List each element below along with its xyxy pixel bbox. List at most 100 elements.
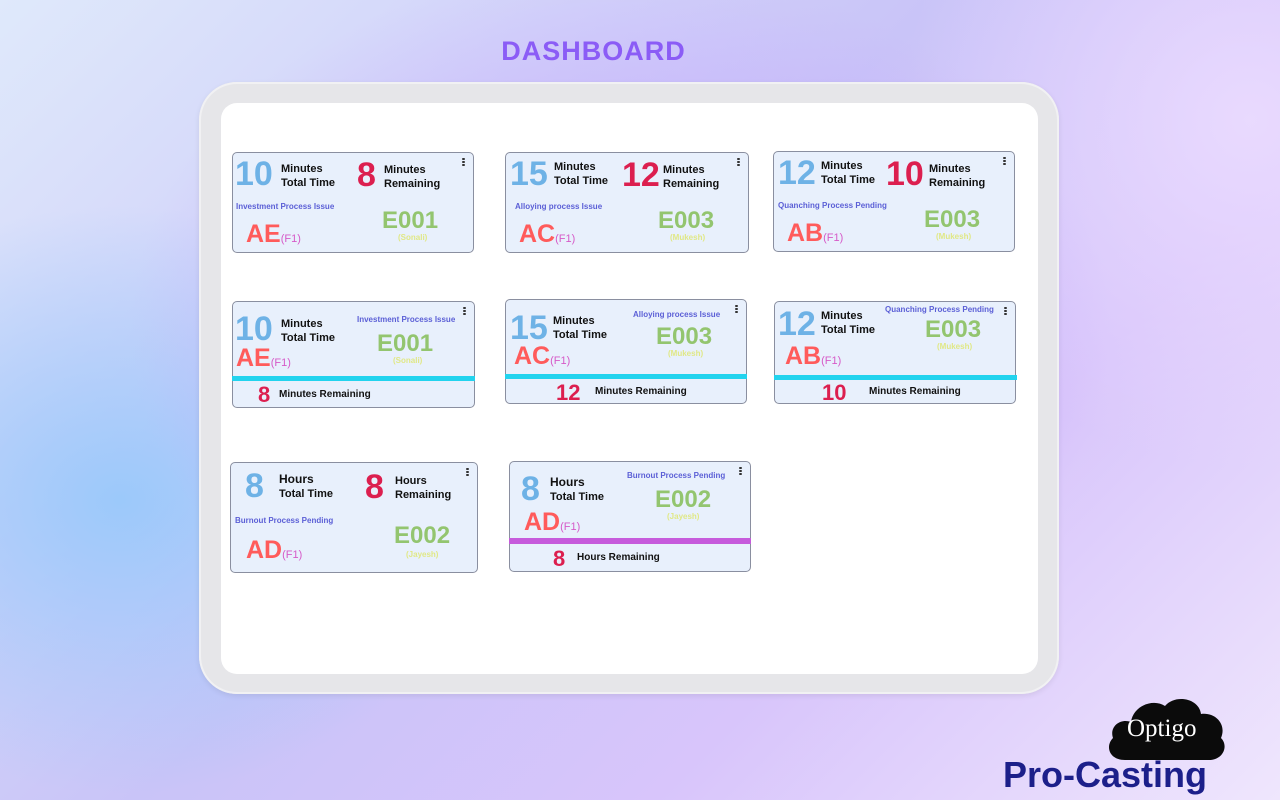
total-time-label: Total Time — [281, 332, 335, 344]
employee-name: (Mukesh) — [937, 342, 973, 351]
process-status: Alloying process Issue — [633, 310, 721, 319]
process-card[interactable]: 10 Minutes Total Time Investment Process… — [232, 301, 475, 408]
total-time-value: 12 — [778, 305, 816, 343]
total-time-value: 10 — [235, 155, 273, 193]
casting-code: AD(F1) — [524, 508, 580, 537]
process-status: Investment Process Issue — [357, 315, 456, 324]
casting-code-text: AE — [246, 220, 281, 248]
remaining-time-label: Remaining — [929, 177, 986, 189]
more-options-icon[interactable] — [463, 307, 467, 317]
process-card[interactable]: 8 Hours Total Time Burnout Process Pendi… — [509, 461, 751, 572]
casting-code-text: AB — [787, 219, 824, 247]
progress-bar — [509, 538, 751, 544]
page-title: DASHBOARD — [501, 36, 686, 66]
casting-code-text: AC — [514, 342, 551, 370]
employee-name: (Jayesh) — [667, 512, 700, 521]
more-options-icon[interactable] — [1003, 157, 1007, 167]
casting-code-text: AB — [785, 342, 822, 370]
total-time-value: 8 — [521, 470, 540, 508]
employee-code: E002 — [394, 522, 451, 549]
remaining-time-unit: Minutes — [929, 163, 971, 175]
more-options-icon[interactable] — [735, 305, 739, 315]
casting-code-text: AE — [236, 344, 271, 372]
process-status: Alloying process Issue — [515, 202, 603, 211]
floor-label: (F1) — [550, 355, 571, 367]
process-status: Burnout Process Pending — [235, 516, 334, 525]
process-card[interactable]: 15 Minutes Total Time Alloying process I… — [505, 299, 747, 404]
remaining-time-value: 8 — [357, 156, 376, 194]
employee-code: E001 — [377, 330, 434, 357]
casting-code: AB(F1) — [785, 342, 841, 371]
total-time-unit: Hours — [279, 472, 314, 486]
progress-bar — [232, 376, 475, 381]
employee-name: (Mukesh) — [670, 233, 706, 242]
total-time-unit: Minutes — [281, 318, 323, 330]
remaining-time-value: 8 — [258, 382, 271, 407]
remaining-time-value: 12 — [622, 156, 660, 194]
total-time-unit: Minutes — [281, 163, 323, 175]
employee-name: (Sonali) — [398, 233, 428, 242]
progress-bar — [774, 375, 1017, 380]
total-time-unit: Hours — [550, 475, 585, 489]
remaining-time-value: 8 — [553, 546, 566, 571]
process-status: Burnout Process Pending — [627, 471, 726, 480]
floor-label: (F1) — [821, 355, 842, 367]
casting-code-text: AC — [519, 220, 556, 248]
more-options-icon[interactable] — [737, 158, 741, 168]
more-options-icon[interactable] — [1004, 307, 1008, 317]
process-status: Investment Process Issue — [236, 202, 335, 211]
casting-code: AC(F1) — [519, 220, 575, 249]
product-name: Pro-Casting — [1003, 754, 1208, 795]
employee-code: E003 — [658, 207, 715, 234]
employee-name: (Mukesh) — [936, 232, 972, 241]
remaining-time-value: 12 — [556, 380, 581, 405]
floor-label: (F1) — [560, 521, 581, 533]
more-options-icon[interactable] — [739, 467, 743, 477]
remaining-time-text: Minutes Remaining — [279, 389, 371, 400]
employee-name: (Sonali) — [393, 356, 423, 365]
total-time-label: Total Time — [821, 324, 875, 336]
logo-text: Optigo — [1127, 715, 1197, 742]
remaining-time-text: Hours Remaining — [577, 552, 660, 563]
employee-code: E001 — [382, 207, 439, 234]
process-card[interactable]: 12 Minutes Total Time 10 Minutes Remaini… — [773, 151, 1015, 252]
casting-code: AD(F1) — [246, 536, 302, 565]
brand-logo: Optigo Pro-Casting — [1003, 688, 1253, 798]
casting-code-text: AD — [524, 508, 561, 536]
floor-label: (F1) — [282, 549, 303, 561]
total-time-label: Total Time — [554, 175, 608, 187]
total-time-unit: Minutes — [553, 315, 595, 327]
remaining-time-text: Minutes Remaining — [869, 386, 961, 397]
total-time-unit: Minutes — [821, 310, 863, 322]
total-time-unit: Minutes — [554, 161, 596, 173]
remaining-time-value: 8 — [365, 468, 384, 506]
total-time-label: Total Time — [553, 329, 607, 341]
total-time-label: Total Time — [550, 491, 604, 503]
process-status: Quanching Process Pending — [885, 305, 994, 314]
floor-label: (F1) — [280, 233, 301, 245]
floor-label: (F1) — [555, 233, 576, 245]
total-time-value: 8 — [245, 467, 264, 505]
more-options-icon[interactable] — [466, 468, 470, 478]
more-options-icon[interactable] — [462, 158, 466, 168]
casting-code-text: AD — [246, 536, 283, 564]
employee-name: (Mukesh) — [668, 349, 704, 358]
floor-label: (F1) — [823, 232, 844, 244]
employee-code: E003 — [924, 206, 981, 233]
progress-bar — [505, 374, 747, 379]
casting-code: AC(F1) — [514, 342, 570, 371]
tablet-frame: 10 Minutes Total Time 8 Minutes Remainin… — [199, 82, 1059, 694]
remaining-time-unit: Minutes — [663, 164, 705, 176]
remaining-time-text: Minutes Remaining — [595, 386, 687, 397]
remaining-time-value: 10 — [822, 380, 847, 405]
total-time-value: 10 — [235, 310, 273, 348]
process-card[interactable]: 10 Minutes Total Time 8 Minutes Remainin… — [232, 152, 474, 253]
process-status: Quanching Process Pending — [778, 201, 887, 210]
remaining-time-unit: Hours — [395, 475, 427, 487]
floor-label: (F1) — [270, 357, 291, 369]
process-card[interactable]: 8 Hours Total Time 8 Hours Remaining Bur… — [230, 462, 478, 573]
process-card[interactable]: 12 Minutes Total Time Quanching Process … — [774, 301, 1017, 405]
process-card[interactable]: 15 Minutes Total Time 12 Minutes Remaini… — [505, 152, 749, 253]
casting-code: AB(F1) — [787, 219, 843, 248]
remaining-time-label: Remaining — [395, 489, 452, 501]
